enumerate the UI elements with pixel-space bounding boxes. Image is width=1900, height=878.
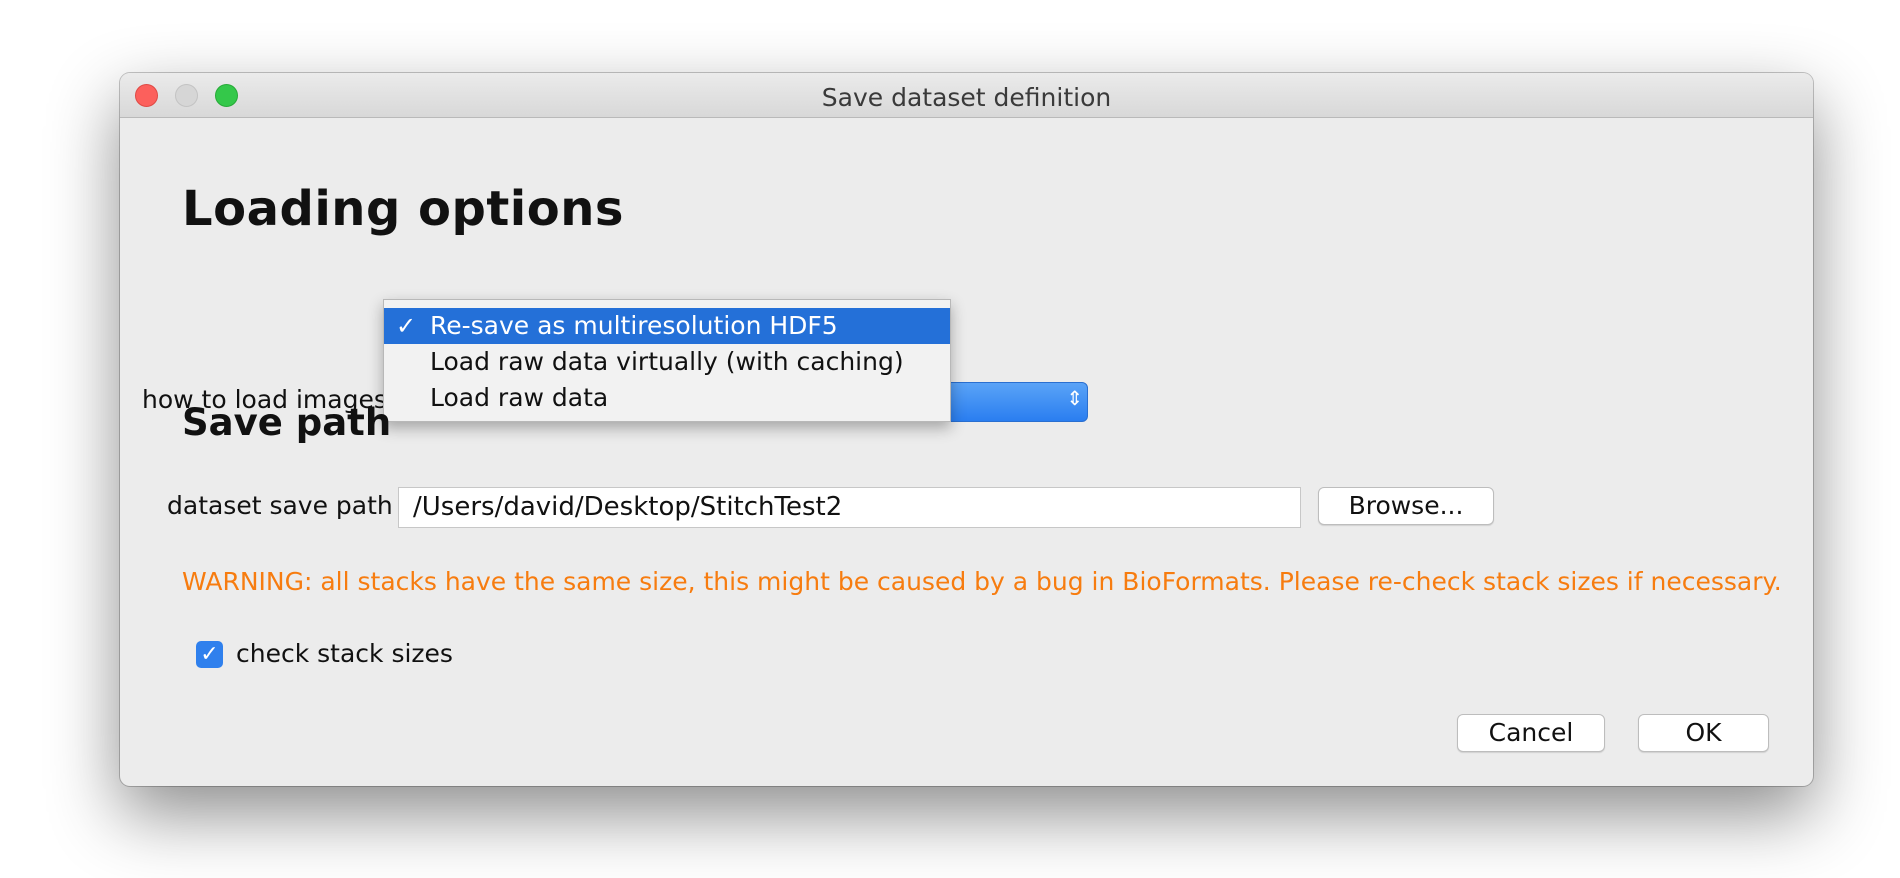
save-path-input[interactable]: /Users/david/Desktop/StitchTest2 (398, 487, 1301, 528)
dropdown-option-resave-hdf5[interactable]: ✓ Re-save as multiresolution HDF5 (384, 308, 950, 344)
save-path-heading: Save path (182, 401, 392, 444)
load-images-combobox[interactable]: ⇕ (936, 382, 1088, 422)
titlebar[interactable]: Save dataset definition (120, 73, 1813, 118)
dropdown-option-load-virtual[interactable]: Load raw data virtually (with caching) (384, 344, 950, 380)
check-stack-sizes-label[interactable]: check stack sizes (236, 639, 453, 668)
dropdown-option-load-raw[interactable]: Load raw data (384, 380, 950, 416)
stack-size-warning: WARNING: all stacks have the same size, … (182, 567, 1782, 596)
ok-button[interactable]: OK (1638, 714, 1769, 752)
chevron-up-down-icon: ⇕ (1066, 386, 1083, 410)
dropdown-option-label: Load raw data (430, 383, 609, 412)
loading-options-heading: Loading options (182, 181, 624, 237)
check-stack-sizes-checkbox[interactable]: ✓ (196, 641, 223, 668)
window-title: Save dataset definition (821, 83, 1112, 112)
load-images-dropdown-menu: ✓ Re-save as multiresolution HDF5 Load r… (383, 299, 951, 422)
checkmark-icon: ✓ (396, 312, 417, 340)
save-path-label: dataset save path (167, 491, 393, 520)
save-dataset-dialog: Save dataset definition Loading options … (120, 73, 1813, 786)
dropdown-option-label: Re-save as multiresolution HDF5 (430, 311, 838, 340)
checkmark-icon: ✓ (200, 642, 219, 667)
cancel-button[interactable]: Cancel (1457, 714, 1605, 752)
browse-button[interactable]: Browse... (1318, 487, 1494, 525)
dropdown-option-label: Load raw data virtually (with caching) (430, 347, 904, 376)
